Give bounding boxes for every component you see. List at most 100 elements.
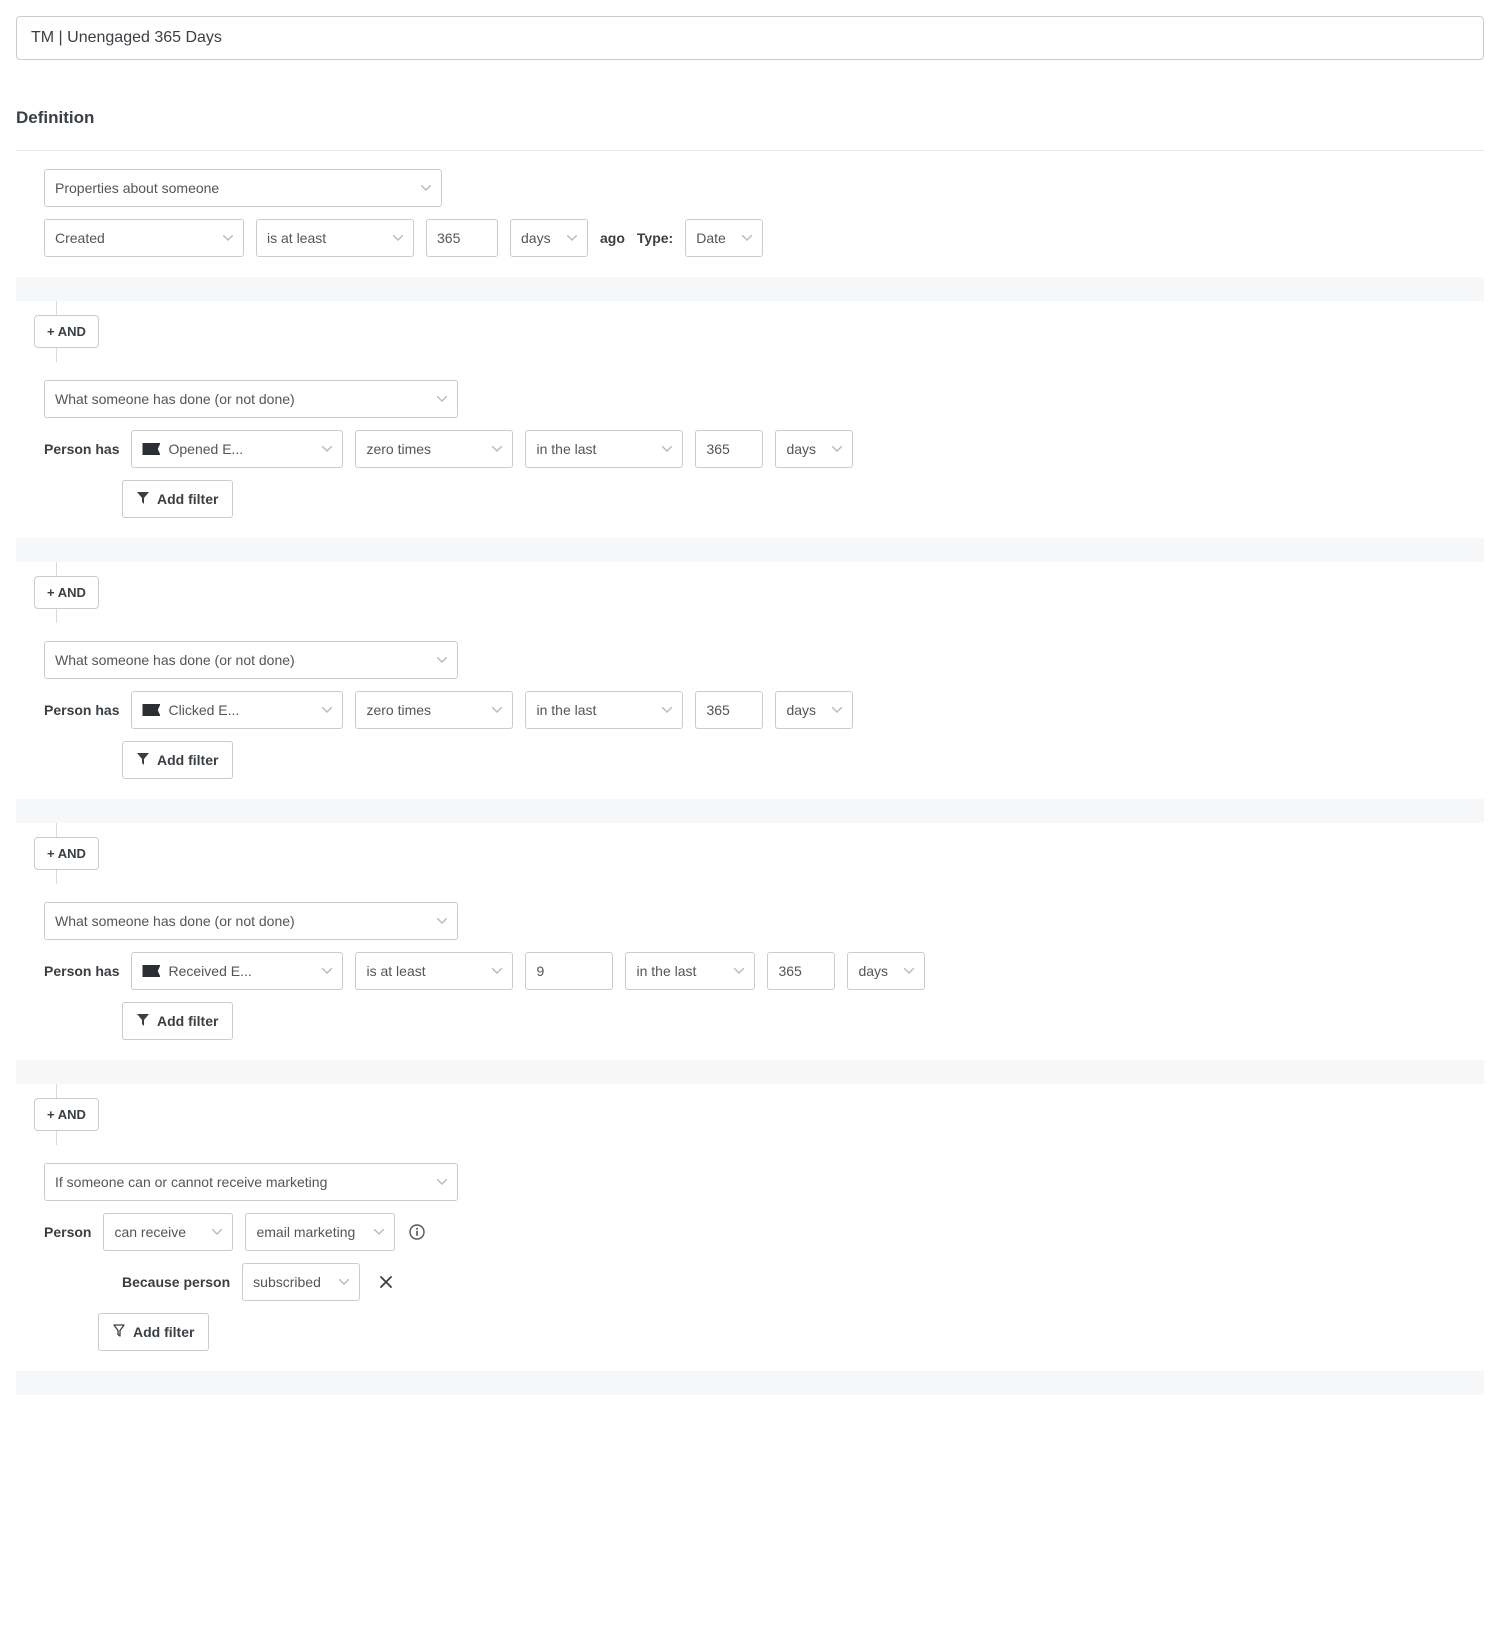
- add-filter-button[interactable]: Add filter: [122, 480, 233, 518]
- operator-label: zero times: [366, 441, 431, 457]
- operator-label: zero times: [366, 702, 431, 718]
- count-input[interactable]: 9: [525, 952, 613, 990]
- timevalue-input[interactable]: 365: [695, 430, 763, 468]
- timeunit-label: days: [786, 702, 816, 718]
- segment-title-input[interactable]: [16, 16, 1484, 60]
- add-filter-label: Add filter: [157, 1013, 218, 1029]
- metric-label: Opened E...: [168, 441, 243, 457]
- funnel-outline-icon: [113, 1324, 125, 1340]
- consent-channel-label: email marketing: [256, 1224, 355, 1240]
- timevalue-text: 365: [778, 963, 801, 979]
- and-button[interactable]: + AND: [34, 315, 99, 348]
- timevalue-text: 365: [706, 441, 729, 457]
- flag-icon: [142, 443, 160, 455]
- unit-label: days: [521, 230, 551, 246]
- timeunit-select[interactable]: days: [775, 430, 853, 468]
- connector: + AND: [16, 1084, 1484, 1145]
- timeunit-select[interactable]: days: [775, 691, 853, 729]
- metric-select[interactable]: Received E...: [131, 952, 343, 990]
- operator-label: is at least: [267, 230, 326, 246]
- timeop-select[interactable]: in the last: [525, 430, 683, 468]
- condition-group: If someone can or cannot receive marketi…: [16, 1145, 1484, 1371]
- chevron-down-icon: [818, 446, 842, 452]
- connector: + AND: [16, 562, 1484, 623]
- chevron-down-icon: [198, 1229, 222, 1235]
- category-label: What someone has done (or not done): [55, 913, 295, 929]
- category-select[interactable]: What someone has done (or not done): [44, 641, 458, 679]
- flag-icon: [142, 704, 160, 716]
- category-label: Properties about someone: [55, 180, 219, 196]
- operator-select[interactable]: zero times: [355, 691, 513, 729]
- chevron-down-icon: [423, 918, 447, 924]
- operator-select[interactable]: is at least: [355, 952, 513, 990]
- person-has-label: Person has: [44, 963, 119, 979]
- timeop-select[interactable]: in the last: [625, 952, 755, 990]
- chevron-down-icon: [890, 968, 914, 974]
- type-select[interactable]: Date: [685, 219, 763, 257]
- definition-canvas: Properties about someone Created is at l…: [16, 150, 1484, 1395]
- unit-select[interactable]: days: [510, 219, 588, 257]
- condition-group: What someone has done (or not done) Pers…: [16, 623, 1484, 799]
- category-label: What someone has done (or not done): [55, 391, 295, 407]
- condition-group: Properties about someone Created is at l…: [16, 151, 1484, 277]
- chevron-down-icon: [308, 968, 332, 974]
- chevron-down-icon: [308, 446, 332, 452]
- definition-heading: Definition: [16, 108, 1484, 128]
- category-select[interactable]: Properties about someone: [44, 169, 442, 207]
- because-person-label: Because person: [122, 1274, 230, 1290]
- connector: + AND: [16, 823, 1484, 884]
- timeop-label: in the last: [536, 702, 596, 718]
- add-filter-label: Add filter: [157, 752, 218, 768]
- chevron-down-icon: [423, 396, 447, 402]
- timevalue-input[interactable]: 365: [767, 952, 835, 990]
- condition-group: What someone has done (or not done) Pers…: [16, 362, 1484, 538]
- consent-reason-select[interactable]: subscribed: [242, 1263, 360, 1301]
- metric-select[interactable]: Opened E...: [131, 430, 343, 468]
- timeop-select[interactable]: in the last: [525, 691, 683, 729]
- add-filter-button[interactable]: Add filter: [122, 741, 233, 779]
- consent-verb-label: can receive: [114, 1224, 186, 1240]
- chevron-down-icon: [478, 446, 502, 452]
- consent-channel-select[interactable]: email marketing: [245, 1213, 395, 1251]
- consent-reason-label: subscribed: [253, 1274, 321, 1290]
- person-has-label: Person has: [44, 702, 119, 718]
- connector: + AND: [16, 301, 1484, 362]
- condition-group: What someone has done (or not done) Pers…: [16, 884, 1484, 1060]
- category-select[interactable]: If someone can or cannot receive marketi…: [44, 1163, 458, 1201]
- timevalue-input[interactable]: 365: [695, 691, 763, 729]
- chevron-down-icon: [423, 657, 447, 663]
- chevron-down-icon: [407, 185, 431, 191]
- metric-select[interactable]: Clicked E...: [131, 691, 343, 729]
- info-icon[interactable]: [407, 1222, 427, 1242]
- value-text: 365: [437, 230, 460, 246]
- value-input[interactable]: 365: [426, 219, 498, 257]
- chevron-down-icon: [423, 1179, 447, 1185]
- add-filter-button[interactable]: Add filter: [98, 1313, 209, 1351]
- group-gap: [16, 1060, 1484, 1084]
- property-select[interactable]: Created: [44, 219, 244, 257]
- timeunit-select[interactable]: days: [847, 952, 925, 990]
- and-button[interactable]: + AND: [34, 576, 99, 609]
- person-has-label: Person has: [44, 441, 119, 457]
- consent-verb-select[interactable]: can receive: [103, 1213, 233, 1251]
- timeop-label: in the last: [636, 963, 696, 979]
- category-select[interactable]: What someone has done (or not done): [44, 902, 458, 940]
- group-gap: [16, 277, 1484, 301]
- category-select[interactable]: What someone has done (or not done): [44, 380, 458, 418]
- operator-select[interactable]: is at least: [256, 219, 414, 257]
- chevron-down-icon: [648, 446, 672, 452]
- flag-icon: [142, 965, 160, 977]
- count-text: 9: [536, 963, 544, 979]
- add-filter-button[interactable]: Add filter: [122, 1002, 233, 1040]
- and-button[interactable]: + AND: [34, 837, 99, 870]
- operator-select[interactable]: zero times: [355, 430, 513, 468]
- remove-reason-button[interactable]: [372, 1268, 400, 1296]
- funnel-solid-icon: [137, 752, 149, 768]
- chevron-down-icon: [478, 707, 502, 713]
- timeop-label: in the last: [536, 441, 596, 457]
- operator-label: is at least: [366, 963, 425, 979]
- chevron-down-icon: [553, 235, 577, 241]
- and-button[interactable]: + AND: [34, 1098, 99, 1131]
- category-label: What someone has done (or not done): [55, 652, 295, 668]
- metric-label: Received E...: [168, 963, 251, 979]
